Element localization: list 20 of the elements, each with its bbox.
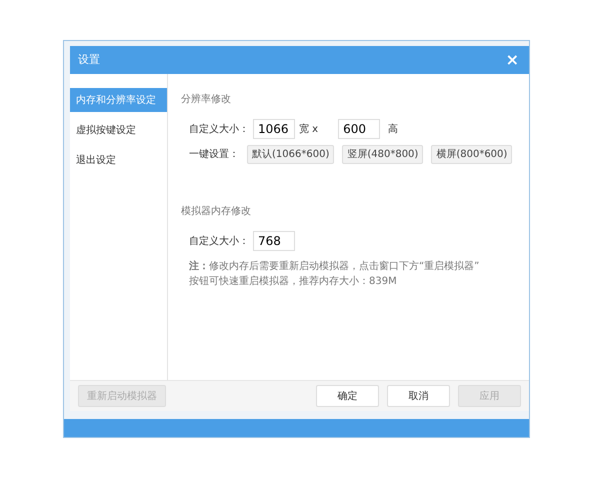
preset-button[interactable]: 默认(1066*600) — [247, 145, 334, 164]
sidebar-item[interactable]: 退出设定 — [70, 148, 167, 172]
width-field[interactable]: 1066 — [253, 119, 295, 139]
note-text: 注：修改内存后需要重新启动模拟器，点击窗口下方“重启模拟器” — [189, 259, 480, 274]
unit-label: 高 — [388, 122, 398, 136]
section-heading: 分辨率修改 — [181, 92, 232, 107]
memory-field[interactable]: 768 — [253, 231, 295, 251]
preset-button[interactable]: 竖屏(480*800) — [342, 145, 424, 164]
unit-label: 宽 x — [299, 122, 318, 136]
preset-button[interactable]: 横屏(800*600) — [431, 145, 512, 164]
dialog-button[interactable]: 取消 — [387, 385, 450, 407]
field-label: 一键设置： — [189, 148, 239, 162]
note-text: 按钮可快速重启模拟器，推荐内存大小：839M — [189, 274, 398, 289]
field-label: 自定义大小： — [189, 122, 249, 136]
sidebar-item[interactable]: 虚拟按键设定 — [70, 118, 167, 142]
dialog-button[interactable]: 确定 — [316, 385, 379, 407]
height-field[interactable]: 600 — [338, 119, 380, 139]
dialog-title: 设置 — [78, 52, 100, 68]
field-label: 自定义大小： — [189, 234, 249, 248]
section-heading: 模拟器内存修改 — [181, 204, 252, 219]
